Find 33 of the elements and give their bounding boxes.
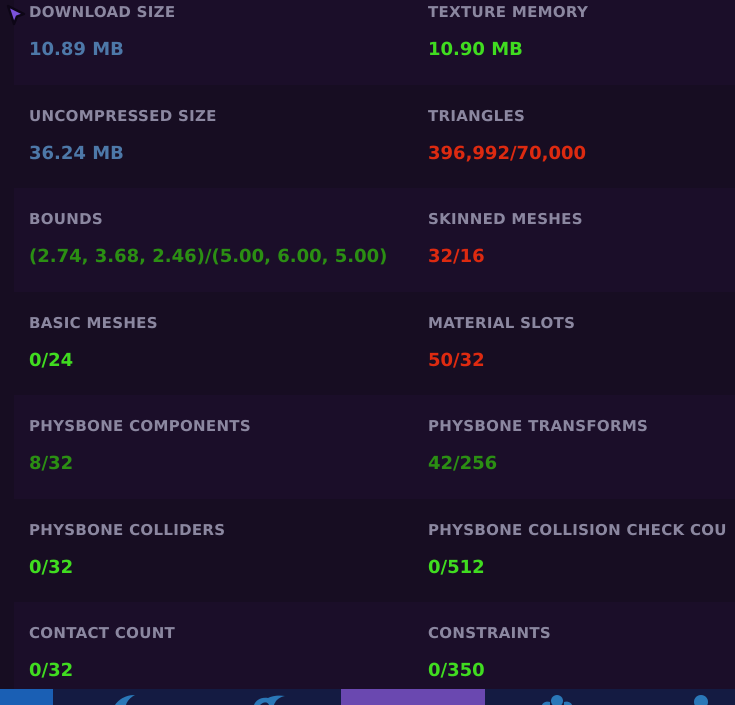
stat-value: 0/512 xyxy=(428,556,485,580)
bird-head-icon xyxy=(252,695,286,705)
group-icon xyxy=(542,695,572,705)
stat-label: CONSTRAINTS xyxy=(428,623,552,643)
stat-value: 8/32 xyxy=(29,452,74,476)
stat-value: 0/32 xyxy=(29,659,74,683)
stat-label: UNCOMPRESSED SIZE xyxy=(29,106,218,126)
stat-value: 0/32 xyxy=(29,556,74,580)
stat-value: (2.74, 3.68, 2.46)/(5.00, 6.00, 5.00) xyxy=(29,245,388,269)
stat-value: 0/24 xyxy=(29,348,74,372)
stat-label: DOWNLOAD SIZE xyxy=(29,2,176,22)
crescent-icon xyxy=(113,695,137,705)
stat-value: 32/16 xyxy=(428,245,485,269)
stat-label: PHYSBONE COLLIDERS xyxy=(29,520,226,540)
stat-value: 0/350 xyxy=(428,659,485,683)
stat-value: 396,992/70,000 xyxy=(428,142,586,166)
stat-label: SKINNED MESHES xyxy=(428,209,584,229)
stat-label: BOUNDS xyxy=(29,209,104,229)
stat-label: TEXTURE MEMORY xyxy=(428,2,590,22)
stat-label: PHYSBONE COMPONENTS xyxy=(29,416,252,436)
cursor-icon xyxy=(6,4,26,26)
stat-label: TRIANGLES xyxy=(428,106,526,126)
stat-value: 10.89 MB xyxy=(29,38,124,62)
stat-value: 10.90 MB xyxy=(428,38,523,62)
stat-label: PHYSBONE TRANSFORMS xyxy=(428,416,650,436)
stat-value: 42/256 xyxy=(428,452,498,476)
stat-label: BASIC MESHES xyxy=(29,312,159,332)
stat-value: 36.24 MB xyxy=(29,142,124,166)
stat-label: MATERIAL SLOTS xyxy=(428,312,576,332)
stat-label: CONTACT COUNT xyxy=(29,623,176,643)
stat-label: PHYSBONE COLLISION CHECK COU xyxy=(428,520,727,540)
stat-value: 50/32 xyxy=(428,348,485,372)
person-icon xyxy=(694,695,708,705)
